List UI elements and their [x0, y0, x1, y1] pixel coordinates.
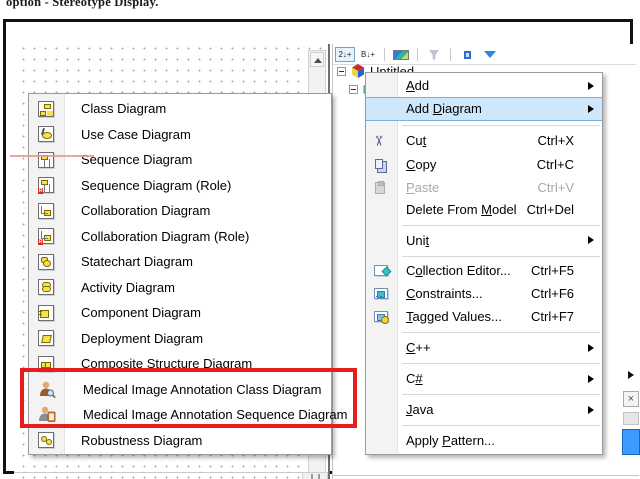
menu-item-component-diagram[interactable]: Component Diagram: [29, 300, 331, 326]
panel-edge-cell: [623, 412, 639, 425]
menu-separator: [402, 394, 600, 396]
caption-fragment: option - Stereotype Display.: [6, 0, 159, 9]
menu-item-collaboration-diagram[interactable]: Collaboration Diagram: [29, 198, 331, 224]
menu-item-delete-from-model[interactable]: Delete From Model Ctrl+Del: [366, 199, 602, 221]
menu-item-collaboration-diagram-role[interactable]: R Collaboration Diagram (Role): [29, 224, 331, 250]
element-button[interactable]: [457, 47, 477, 62]
deployment-diagram-icon: [38, 330, 54, 347]
scroll-up-button[interactable]: [310, 52, 324, 67]
submenu-arrow-icon: [588, 104, 594, 113]
filter-button[interactable]: [424, 47, 444, 62]
toolbar-separator: [384, 48, 385, 61]
selected-grid-cell: [622, 429, 640, 455]
submenu-arrow-icon: [588, 236, 594, 245]
canvas-horizontal-scrollbar[interactable]: [302, 472, 328, 479]
close-icon[interactable]: ×: [623, 391, 639, 407]
paste-icon: [373, 180, 389, 196]
menu-item-activity-diagram[interactable]: Activity Diagram: [29, 275, 331, 301]
menu-separator: [402, 425, 600, 427]
menu-item-csharp[interactable]: C#: [366, 367, 602, 390]
use-case-diagram-icon: [38, 126, 54, 143]
submenu-arrow-icon: [628, 371, 634, 379]
menu-item-collection-editor[interactable]: Collection Editor... Ctrl+F5: [366, 260, 602, 283]
project-cube-icon: [352, 64, 364, 78]
menu-item-use-case-diagram[interactable]: Use Case Diagram: [29, 122, 331, 148]
cut-icon: ✂: [370, 134, 387, 147]
toolbar-separator: [450, 48, 451, 61]
menu-item-statechart-diagram[interactable]: Statechart Diagram: [29, 249, 331, 275]
menu-separator: [402, 255, 600, 257]
robustness-diagram-icon: [38, 432, 54, 449]
element-icon: [463, 50, 471, 59]
menu-separator: [402, 363, 600, 365]
menu-item-apply-pattern[interactable]: Apply Pattern...: [366, 429, 602, 452]
menu-separator: [402, 224, 600, 226]
statechart-diagram-icon: [38, 253, 54, 270]
submenu-arrow-icon: [588, 405, 594, 414]
constraints-icon: [373, 286, 389, 302]
menu-item-sequence-diagram-role[interactable]: R Sequence Diagram (Role): [29, 173, 331, 199]
submenu-arrow-icon: [588, 81, 594, 90]
menu-item-copy[interactable]: Copy Ctrl+C: [366, 153, 602, 177]
menu-item-robustness-diagram[interactable]: Robustness Diagram: [29, 428, 331, 454]
menu-item-tagged-values[interactable]: Tagged Values... Ctrl+F7: [366, 305, 602, 328]
collection-editor-icon: [373, 263, 389, 279]
canvas-bottom-line: [14, 472, 302, 473]
chevron-down-icon: [484, 51, 496, 58]
show-diagram-thumbnail-button[interactable]: [391, 47, 411, 62]
context-menu: Add Add Diagram ✂ Cut Ctrl+X Copy Ctrl+C…: [365, 72, 603, 455]
filter-icon: [428, 49, 440, 60]
menu-item-class-diagram[interactable]: Class Diagram: [29, 96, 331, 122]
collapse-button[interactable]: [480, 47, 500, 62]
figure: option - Stereotype Display. 2↓+ B↓+ Unt…: [0, 0, 640, 479]
collapse-expander-icon[interactable]: [349, 84, 358, 94]
component-diagram-icon: [38, 304, 54, 321]
sort-by-name-button[interactable]: 2↓+: [335, 47, 355, 62]
annotation-line: [10, 155, 94, 157]
explorer-toolbar: 2↓+ B↓+: [335, 46, 635, 63]
activity-diagram-icon: [38, 279, 54, 296]
class-diagram-icon: [38, 100, 54, 117]
submenu-arrow-icon: [588, 374, 594, 383]
menu-item-deployment-diagram[interactable]: Deployment Diagram: [29, 326, 331, 352]
collaboration-diagram-role-icon: R: [38, 228, 54, 246]
menu-item-sequence-diagram[interactable]: Sequence Diagram: [29, 147, 331, 173]
menu-separator: [402, 332, 600, 334]
submenu-arrow-icon: [588, 343, 594, 352]
diagram-thumbnail-icon: [393, 49, 409, 60]
sequence-diagram-role-icon: R: [38, 177, 54, 195]
menu-item-constraints[interactable]: Constraints... Ctrl+F6: [366, 282, 602, 305]
menu-item-add[interactable]: Add: [366, 75, 602, 97]
annotation-highlight-box: [20, 368, 357, 428]
copy-icon: [373, 157, 389, 173]
menu-item-unit[interactable]: Unit: [366, 229, 602, 252]
toolbar-separator: [417, 48, 418, 61]
tagged-values-icon: [373, 309, 389, 325]
menu-item-cut[interactable]: ✂ Cut Ctrl+X: [366, 129, 602, 153]
properties-divider: [333, 475, 639, 476]
menu-separator: [402, 124, 600, 126]
menu-item-add-diagram[interactable]: Add Diagram: [366, 96, 602, 121]
menu-item-cpp[interactable]: C++: [366, 336, 602, 359]
menu-item-paste[interactable]: Paste Ctrl+V: [366, 177, 602, 199]
menu-item-java[interactable]: Java: [366, 398, 602, 421]
collaboration-diagram-icon: [38, 202, 54, 219]
collapse-expander-icon[interactable]: [337, 66, 346, 76]
sort-by-type-button[interactable]: B↓+: [358, 47, 378, 62]
